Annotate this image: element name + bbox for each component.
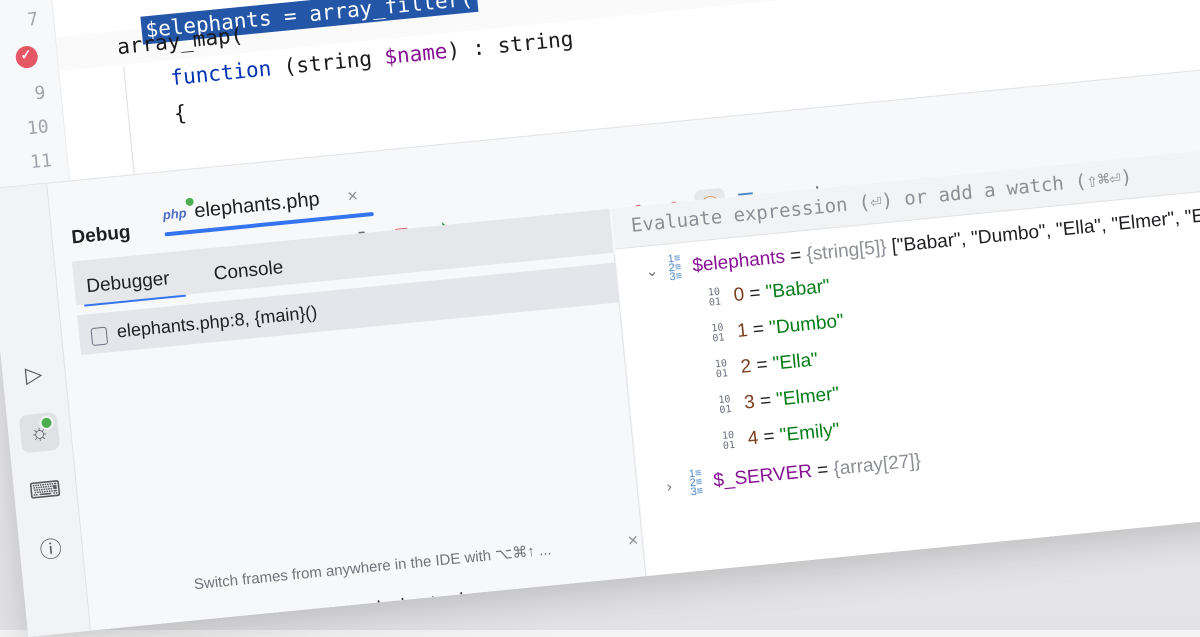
run-icon[interactable]: ▷ [13, 354, 55, 396]
array-icon: 1≡ 2≡ 3≡ [667, 252, 683, 284]
item-index: 0 [732, 284, 746, 307]
frame-icon [90, 326, 109, 347]
primitive-icon: 10 01 [718, 394, 733, 417]
problems-icon[interactable]: ⓘ [30, 527, 72, 569]
close-icon[interactable]: × [627, 530, 640, 552]
variable-type: {string[5]} [805, 236, 888, 266]
primitive-icon: 10 01 [714, 358, 729, 381]
debug-icon[interactable]: ☼ [18, 411, 61, 454]
variable-type: {array[27]} [832, 450, 922, 480]
item-index: 1 [736, 320, 749, 342]
status-dot [38, 415, 55, 431]
variable-name: $elephants [691, 246, 786, 277]
chevron-right-icon[interactable]: › [666, 476, 686, 495]
primitive-icon: 10 01 [721, 429, 736, 452]
item-value: "Ella" [771, 349, 819, 375]
item-index: 3 [743, 391, 756, 414]
item-value: "Emily" [778, 419, 841, 447]
close-icon[interactable]: × [346, 185, 359, 207]
terminal-icon[interactable]: ⌨ [24, 470, 66, 512]
tool-stripe: ▷ ☼ ⌨ ⓘ [0, 183, 92, 637]
indent-guide [123, 66, 135, 177]
debug-title: Debug [70, 221, 132, 249]
php-file-icon: php [162, 196, 194, 222]
primitive-icon: 10 01 [711, 322, 726, 345]
status-dot [185, 196, 194, 206]
item-index: 2 [739, 355, 753, 378]
item-index: 4 [746, 427, 760, 450]
param-var: $name [383, 39, 449, 70]
code-line: { [172, 100, 188, 126]
ide-window: 7 9 10 11 ]; $elephants = array_filter( … [0, 0, 1200, 637]
chevron-down-icon[interactable]: ⌄ [645, 260, 665, 280]
php-badge-text: php [162, 204, 188, 222]
tab-label: elephants.php [193, 187, 321, 222]
primitive-icon: 10 01 [707, 286, 722, 309]
array-icon: 1≡ 2≡ 3≡ [688, 467, 704, 499]
